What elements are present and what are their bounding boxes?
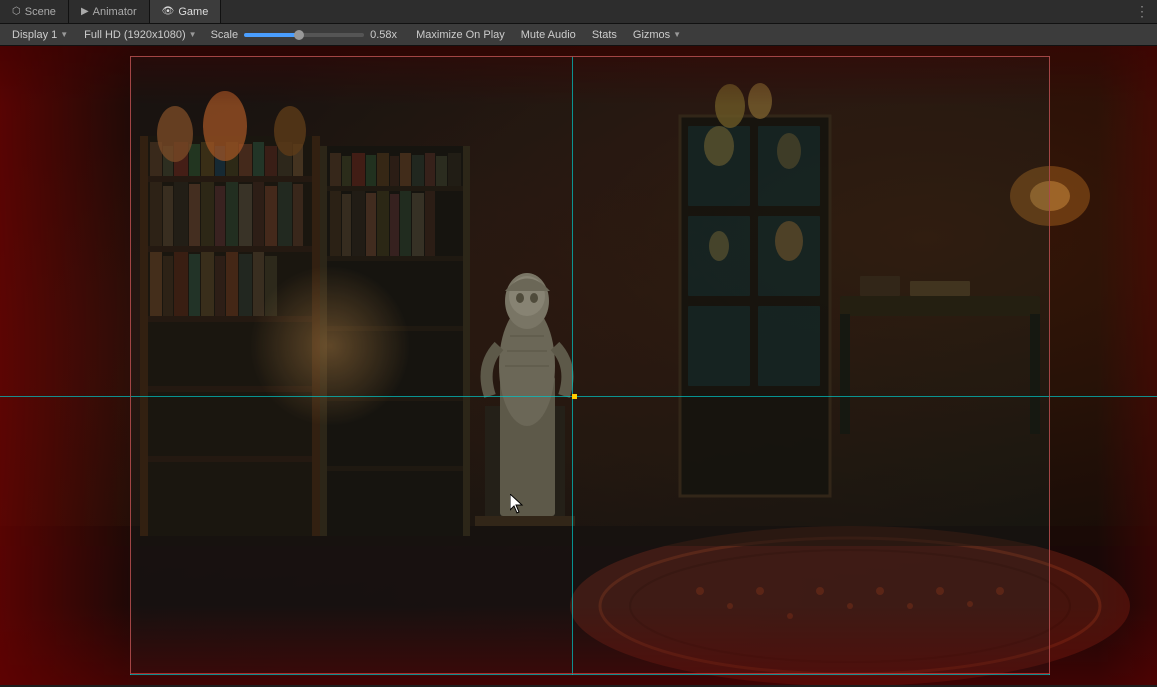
gizmos-button[interactable]: Gizmos ▼ bbox=[627, 26, 687, 44]
animator-icon: ▶ bbox=[81, 6, 89, 17]
gizmos-label: Gizmos bbox=[633, 29, 670, 41]
tab-game[interactable]: 👁 Game bbox=[150, 0, 222, 23]
maximize-on-play-toggle[interactable]: Maximize On Play bbox=[410, 28, 511, 42]
scale-container: Scale 0.58x bbox=[211, 29, 403, 41]
scale-slider[interactable] bbox=[244, 33, 364, 37]
resolution-dropdown-arrow: ▼ bbox=[189, 30, 197, 39]
tab-game-label: Game bbox=[178, 6, 208, 18]
stats-toggle[interactable]: Stats bbox=[586, 28, 623, 42]
game-icon: 👁 bbox=[162, 6, 175, 17]
display-button[interactable]: Display 1 ▼ bbox=[6, 26, 74, 44]
scene-icon: ⬡ bbox=[12, 6, 21, 17]
display-label: Display 1 bbox=[12, 29, 57, 41]
resolution-button[interactable]: Full HD (1920x1080) ▼ bbox=[78, 26, 202, 44]
mute-audio-toggle[interactable]: Mute Audio bbox=[515, 28, 582, 42]
tab-scene[interactable]: ⬡ Scene bbox=[0, 0, 69, 23]
toolbar: Display 1 ▼ Full HD (1920x1080) ▼ Scale … bbox=[0, 24, 1157, 46]
display-dropdown-arrow: ▼ bbox=[60, 30, 68, 39]
resolution-label: Full HD (1920x1080) bbox=[84, 29, 186, 41]
game-viewport[interactable] bbox=[0, 46, 1157, 685]
scene-illustration bbox=[0, 46, 1157, 685]
tab-bar: ⬡ Scene ▶ Animator 👁 Game ⋮ bbox=[0, 0, 1157, 24]
gizmos-dropdown-arrow: ▼ bbox=[673, 30, 681, 39]
tab-scene-label: Scene bbox=[25, 6, 56, 18]
scale-label: Scale bbox=[211, 29, 239, 41]
tab-animator[interactable]: ▶ Animator bbox=[69, 0, 150, 23]
tab-more-button[interactable]: ⋮ bbox=[1127, 3, 1157, 20]
tab-animator-label: Animator bbox=[93, 6, 137, 18]
scale-value: 0.58x bbox=[370, 29, 402, 41]
